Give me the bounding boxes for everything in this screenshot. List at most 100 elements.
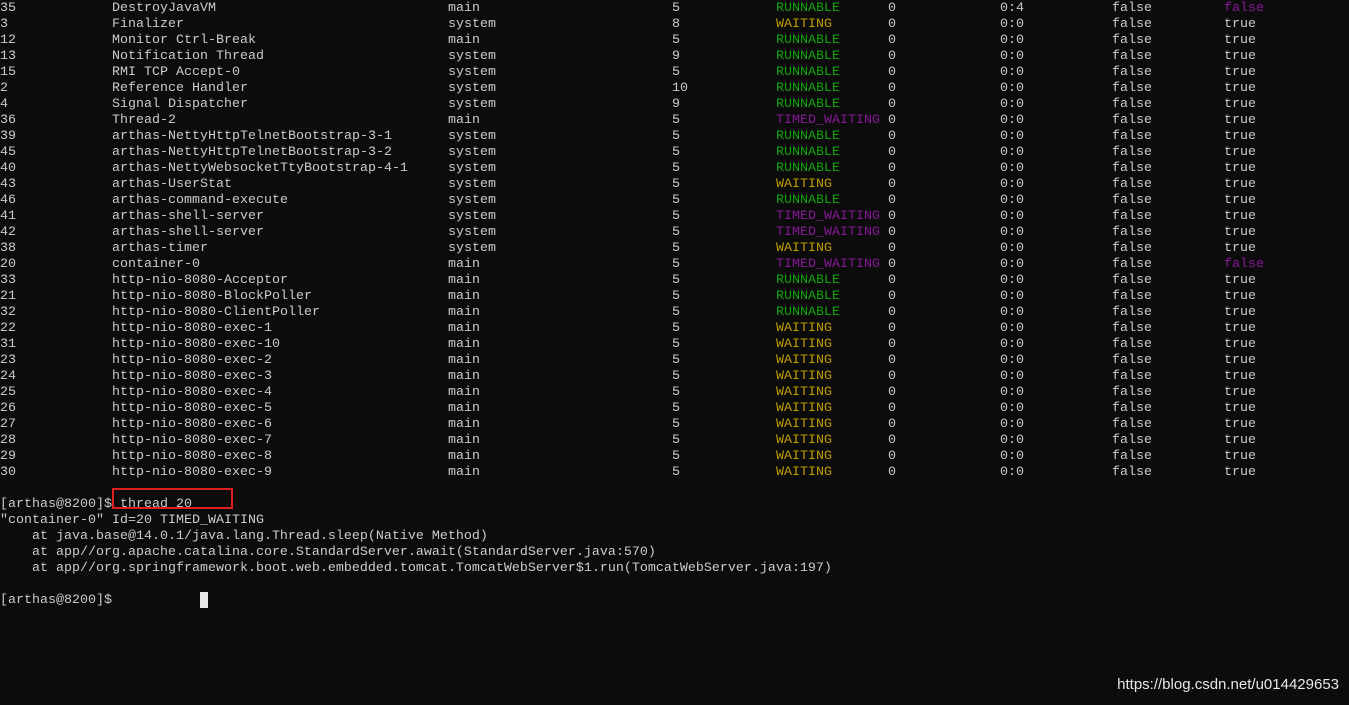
cell-priority: 5 [672,321,680,336]
cell-cpu: 0 [888,81,896,96]
thread-row: 12 Monitor Ctrl-Break main 5 RUNNABLE 0 0:0 fal… [0,33,1349,49]
cell-id: 22 [0,321,16,336]
thread-row: 15 RMI TCP Accept-0 system 5 RUNNABLE 0 0:0 fal… [0,65,1349,81]
cell-cpu: 0 [888,129,896,144]
cell-group: main [448,465,480,480]
cell-interrupted: false [1112,33,1152,48]
cell-interrupted: false [1112,177,1152,192]
cell-priority: 5 [672,161,680,176]
output-line: at java.base@14.0.1/java.lang.Thread.sle… [0,529,488,544]
cell-cpu: 0 [888,49,896,64]
terminal[interactable]: 35 DestroyJavaVM main 5 RUNNABLE 0 0:4 false fal… [0,1,1349,609]
cell-group: main [448,1,480,16]
cell-state: WAITING [776,385,832,400]
cell-group: main [448,449,480,464]
cell-time: 0:0 [1000,193,1024,208]
cell-daemon: true [1224,113,1256,128]
cell-priority: 5 [672,257,680,272]
cell-interrupted: false [1112,129,1152,144]
cell-group: system [448,65,496,80]
cell-interrupted: false [1112,49,1152,64]
cell-name: arthas-NettyHttpTelnetBootstrap-3-1 [112,129,392,144]
cell-group: system [448,97,496,112]
cell-cpu: 0 [888,305,896,320]
cell-group: system [448,241,496,256]
cell-time: 0:0 [1000,321,1024,336]
cell-time: 0:0 [1000,225,1024,240]
text-cursor [200,592,208,608]
cell-time: 0:0 [1000,465,1024,480]
cell-group: system [448,17,496,32]
cell-interrupted: false [1112,257,1152,272]
cell-priority: 8 [672,17,680,32]
cell-daemon: true [1224,337,1256,352]
cell-daemon: true [1224,433,1256,448]
cell-state: RUNNABLE [776,65,840,80]
cell-daemon: true [1224,209,1256,224]
cell-interrupted: false [1112,401,1152,416]
cell-daemon: true [1224,145,1256,160]
cell-name: Thread-2 [112,113,176,128]
thread-row: 22 http-nio-8080-exec-1 main 5 WAITING 0 0:0 fa… [0,321,1349,337]
cell-interrupted: false [1112,225,1152,240]
cell-cpu: 0 [888,33,896,48]
cell-cpu: 0 [888,17,896,32]
cell-daemon: true [1224,289,1256,304]
cell-time: 0:0 [1000,65,1024,80]
thread-row: 3 Finalizer system 8 WAITING 0 0:0 false true [0,17,1349,33]
thread-row: 42 arthas-shell-server system 5 TIMED_WAITIN… [0,225,1349,241]
cell-name: Monitor Ctrl-Break [112,33,256,48]
cell-state: RUNNABLE [776,129,840,144]
cell-state: WAITING [776,177,832,192]
cell-state: WAITING [776,449,832,464]
cell-state: TIMED_WAITING [776,209,880,224]
thread-row: 36 Thread-2 main 5 TIMED_WAITING 0 0:0 false tru… [0,113,1349,129]
cell-state: TIMED_WAITING [776,113,880,128]
cell-cpu: 0 [888,113,896,128]
thread-row: 39 arthas-NettyHttpTelnetBootstrap-3-1 sys… [0,129,1349,145]
output-line: at app//org.apache.catalina.core.Standar… [0,545,656,560]
cell-id: 26 [0,401,16,416]
cell-cpu: 0 [888,1,896,16]
cell-time: 0:0 [1000,33,1024,48]
cell-id: 4 [0,97,8,112]
cell-daemon: true [1224,161,1256,176]
cell-group: main [448,337,480,352]
thread-row: 41 arthas-shell-server system 5 TIMED_WAITIN… [0,209,1349,225]
cell-priority: 5 [672,129,680,144]
cell-id: 36 [0,113,16,128]
cell-id: 20 [0,257,16,272]
cell-cpu: 0 [888,385,896,400]
cell-cpu: 0 [888,65,896,80]
cell-state: WAITING [776,353,832,368]
cell-name: http-nio-8080-exec-4 [112,385,272,400]
thread-row: 45 arthas-NettyHttpTelnetBootstrap-3-2 sys… [0,145,1349,161]
cell-interrupted: false [1112,241,1152,256]
cell-time: 0:0 [1000,241,1024,256]
cell-group: main [448,305,480,320]
cell-name: http-nio-8080-exec-9 [112,465,272,480]
thread-table: 35 DestroyJavaVM main 5 RUNNABLE 0 0:4 false fal… [0,1,1349,481]
thread-row: 32 http-nio-8080-ClientPoller main 5 RUNNABL… [0,305,1349,321]
cell-id: 35 [0,1,16,16]
thread-row: 33 http-nio-8080-Acceptor main 5 RUNNABLE 0 0:… [0,273,1349,289]
cell-priority: 5 [672,1,680,16]
cell-interrupted: false [1112,65,1152,80]
cell-time: 0:4 [1000,1,1024,16]
cell-priority: 5 [672,33,680,48]
cell-group: main [448,273,480,288]
cell-state: WAITING [776,433,832,448]
cell-name: RMI TCP Accept-0 [112,65,240,80]
cell-time: 0:0 [1000,449,1024,464]
cell-time: 0:0 [1000,401,1024,416]
thread-row: 24 http-nio-8080-exec-3 main 5 WAITING 0 0:0 fa… [0,369,1349,385]
cell-state: WAITING [776,241,832,256]
thread-row: 4 Signal Dispatcher system 9 RUNNABLE 0 0:0 fal… [0,97,1349,113]
output-line: "container-0" Id=20 TIMED_WAITING [0,513,264,528]
cell-time: 0:0 [1000,385,1024,400]
cell-time: 0:0 [1000,257,1024,272]
cell-group: system [448,161,496,176]
cell-group: main [448,289,480,304]
cell-daemon: true [1224,321,1256,336]
cell-group: main [448,257,480,272]
